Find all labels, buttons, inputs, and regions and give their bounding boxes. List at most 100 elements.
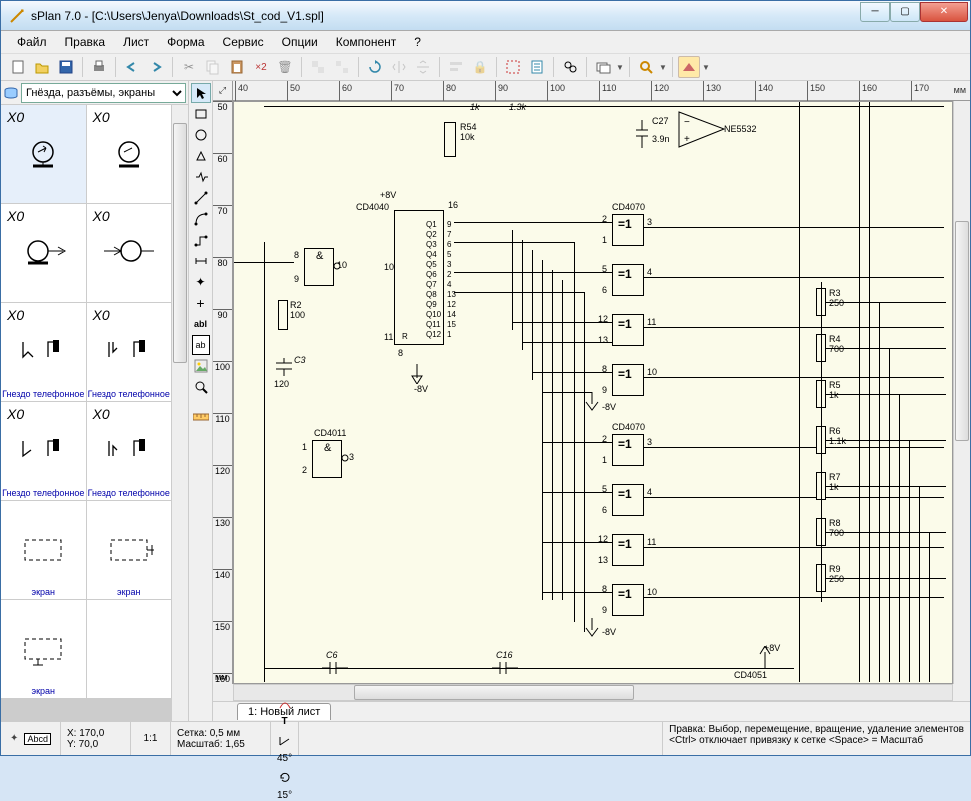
list-button[interactable] [526,56,548,78]
library-scrollbar[interactable] [171,105,188,721]
tool-dimension[interactable] [191,251,211,271]
status-refresh-icon[interactable] [278,770,292,784]
library-item-empty [87,600,172,698]
print-button[interactable] [88,56,110,78]
tool-line[interactable] [191,188,211,208]
svg-text:−: − [684,117,690,128]
status-angle1: 45° [277,753,292,764]
library-item[interactable]: X0 [87,204,172,302]
select-all-button[interactable] [502,56,524,78]
tool-special[interactable] [191,167,211,187]
menu-options[interactable]: Опции [274,33,326,51]
ruler-h-unit: мм [954,85,966,95]
menu-edit[interactable]: Правка [57,33,114,51]
status-x: X: 170,0 [67,728,124,739]
minimize-button[interactable]: ─ [860,2,890,22]
rotate-button[interactable] [364,56,386,78]
main-toolbar: ✂ ×2 🗑 🔒 ▼ ▼ ▼ [1,53,970,81]
component-library: Гнёзда, разъёмы, экраны X0 X0 X0 X0 [1,81,189,721]
tool-node[interactable]: ✦ [191,272,211,292]
cut-button[interactable]: ✂ [178,56,200,78]
menubar: Файл Правка Лист Форма Сервис Опции Комп… [1,31,970,53]
ruler-vertical[interactable]: 50 60 70 80 90 100 110 120 130 140 150 1… [213,101,233,684]
tool-measure[interactable] [191,407,211,427]
title: sPlan 7.0 - [C:\Users\Jenya\Downloads\St… [31,9,860,23]
tool-rect[interactable] [191,104,211,124]
status-tool-text-icon[interactable]: T [282,716,288,727]
library-item[interactable]: X0 Гнездо телефонное [1,402,86,500]
tool-wire[interactable] [191,230,211,250]
new-button[interactable] [7,56,29,78]
library-item[interactable]: X0 [87,105,172,203]
copy-button[interactable] [202,56,224,78]
delete-button[interactable]: 🗑 [274,56,296,78]
tool-pointer[interactable] [191,83,211,103]
menu-file[interactable]: Файл [9,33,55,51]
view-mode-button[interactable] [678,56,700,78]
status-y: Y: 70,0 [67,739,124,750]
ruler-corner[interactable]: ⤢ [213,81,233,100]
drawing-canvas[interactable]: R54 10k 1k 1.3k C27 3.9n −+ NE5532 +8V C… [233,101,953,684]
library-item[interactable]: экран [87,501,172,599]
library-item[interactable]: экран [1,600,86,698]
status-grid: Сетка: 0,5 мм [177,728,264,739]
zoom-dropdown-icon[interactable]: ▼ [659,63,667,72]
tool-circle[interactable] [191,125,211,145]
search-button[interactable] [559,56,581,78]
library-icon [3,85,21,101]
paste-button[interactable] [226,56,248,78]
maximize-button[interactable]: ▢ [890,2,920,22]
redo-button[interactable] [145,56,167,78]
align-button[interactable] [445,56,467,78]
ungroup-button[interactable] [331,56,353,78]
status-angle-icon[interactable] [278,733,292,747]
library-item[interactable]: X0 [1,105,86,203]
layer-button[interactable] [592,56,614,78]
save-button[interactable] [55,56,77,78]
status-angle2: 15° [277,790,292,801]
canvas-area: ⤢ 40 50 60 70 80 90 100 110 120 130 140 … [213,81,970,721]
canvas-scroll-v[interactable] [953,101,970,684]
tool-bezier[interactable] [191,209,211,229]
lock-button[interactable]: 🔒 [469,56,491,78]
comp-r2[interactable] [278,300,288,330]
group-button[interactable] [307,56,329,78]
menu-service[interactable]: Сервис [215,33,272,51]
status-plus-icon: ✦ [10,733,18,744]
tool-textbox[interactable]: ab [192,335,210,355]
comp-r54[interactable] [444,122,456,157]
library-item[interactable]: экран [1,501,86,599]
layer-dropdown-icon[interactable]: ▼ [616,63,624,72]
ruler-horizontal[interactable]: ⤢ 40 50 60 70 80 90 100 110 120 130 140 … [213,81,970,101]
tool-junction[interactable]: + [191,293,211,313]
status-scale: Масштаб: 1,65 [177,739,264,750]
menu-component[interactable]: Компонент [328,33,405,51]
menu-help[interactable]: ? [406,33,429,51]
close-button[interactable]: ✕ [920,2,968,22]
menu-sheet[interactable]: Лист [115,33,157,51]
status-ratio: 1:1 [131,722,171,755]
library-selector[interactable]: Гнёзда, разъёмы, экраны [21,83,186,103]
tool-polygon[interactable] [191,146,211,166]
open-button[interactable] [31,56,53,78]
dup-button[interactable]: ×2 [250,56,272,78]
mirror-h-button[interactable] [388,56,410,78]
status-hint: Правка: Выбор, перемещение, вращение, уд… [662,722,970,755]
tool-image[interactable] [191,356,211,376]
library-item[interactable]: X0 Гнездо телефонное [87,402,172,500]
library-item[interactable]: X0 Гнездо телефонное [1,303,86,401]
library-item[interactable]: X0 [1,204,86,302]
tool-zoom-area[interactable] [191,377,211,397]
view-dropdown-icon[interactable]: ▼ [702,63,710,72]
sheet-tabs: 1: Новый лист [213,701,970,721]
library-item[interactable]: X0 Гнездо телефонное [87,303,172,401]
undo-button[interactable] [121,56,143,78]
canvas-scroll-h[interactable] [213,684,970,701]
app-window: sPlan 7.0 - [C:\Users\Jenya\Downloads\St… [0,0,971,756]
zoom-button[interactable] [635,56,657,78]
mirror-v-button[interactable] [412,56,434,78]
svg-text:+: + [684,134,690,145]
titlebar[interactable]: sPlan 7.0 - [C:\Users\Jenya\Downloads\St… [1,1,970,31]
tool-text[interactable]: abI [191,314,211,334]
menu-form[interactable]: Форма [159,33,212,51]
